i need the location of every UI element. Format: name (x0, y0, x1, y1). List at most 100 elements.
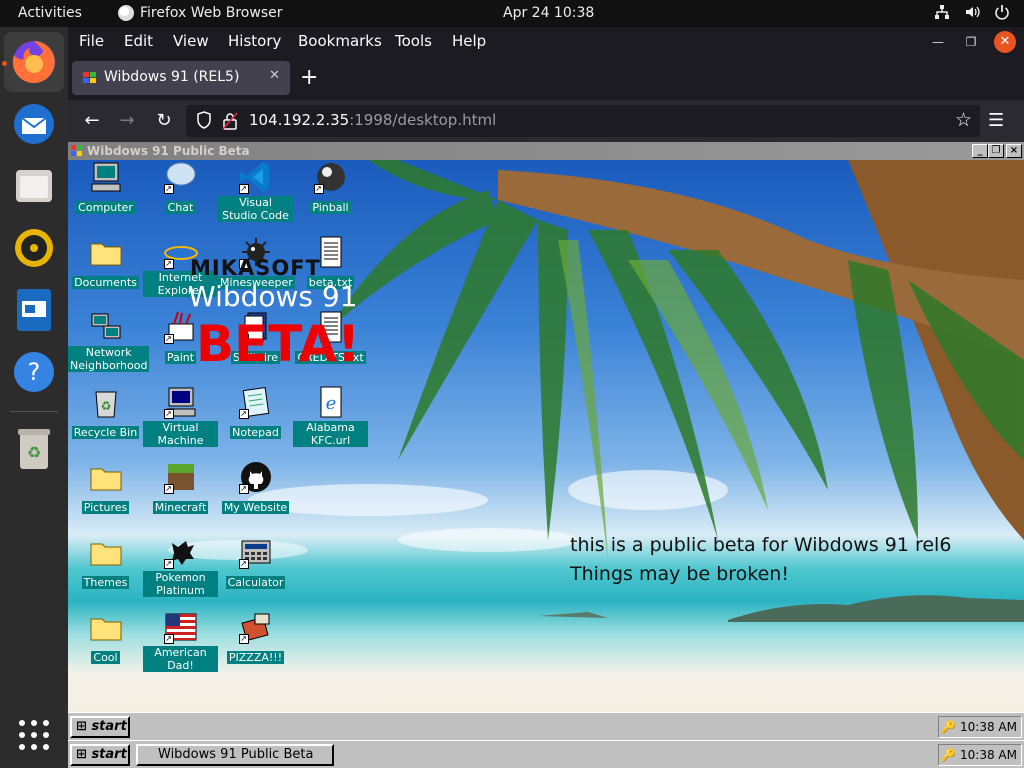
dock-thunderbird[interactable] (4, 94, 64, 154)
icon-label: Pictures (81, 501, 130, 514)
new-tab-button[interactable]: + (300, 65, 318, 90)
tab-close-icon[interactable]: ✕ (269, 68, 280, 83)
dock-files[interactable] (4, 156, 64, 216)
start-label: start (91, 747, 127, 762)
menu-help[interactable]: Help (452, 32, 486, 50)
win9x-desktop[interactable]: Computer ↗ Chat ↗ Visual Studio Code ↗ P… (68, 160, 1024, 712)
dock-separator (10, 411, 58, 412)
desktop-icon-themes[interactable]: Themes (68, 535, 143, 590)
hamburger-menu-icon[interactable]: ☰ (988, 110, 1010, 132)
win9x-titlebar: Wibdows 91 Public Beta _ ❐ × (68, 142, 1024, 160)
computer-icon (91, 162, 120, 192)
shield-icon[interactable] (196, 111, 212, 129)
desktop-icon-cool[interactable]: Cool (68, 610, 143, 665)
dock-trash[interactable]: ♻ (4, 418, 64, 478)
win9x-maximize-button[interactable]: ❐ (988, 144, 1004, 158)
system-tray[interactable] (934, 4, 1010, 20)
power-icon (995, 5, 1009, 20)
tab-wibdows[interactable]: Wibdows 91 (REL5) ✕ (72, 61, 290, 95)
outer-tray-clock[interactable]: 🔑 10:38 AM (938, 744, 1022, 766)
reload-button[interactable]: ↻ (151, 108, 177, 134)
svg-text:e: e (172, 236, 190, 269)
menu-file[interactable]: File (79, 32, 104, 50)
minimize-button[interactable]: — (927, 31, 949, 53)
shortcut-arrow-icon: ↗ (163, 259, 174, 269)
forward-button[interactable]: → (114, 108, 140, 134)
menu-history[interactable]: History (228, 32, 281, 50)
internet-shortcut-icon: e (320, 386, 341, 418)
key-icon: 🔑 (941, 720, 957, 734)
start-label: start (91, 719, 127, 734)
help-icon: ? (14, 352, 54, 392)
icon-label: My Website (221, 501, 290, 514)
desktop-icon-network-neighborhood[interactable]: Network Neighborhood (68, 310, 150, 373)
desktop-icon-alabama-kfc[interactable]: e Alabama KFC.url (293, 385, 368, 448)
menu-bar: File Edit View History Bookmarks Tools H… (68, 27, 1024, 57)
rhythmbox-icon (15, 229, 53, 267)
bookmark-star-icon[interactable]: ☆ (955, 109, 972, 131)
icon-label: Pokemon Platinum (143, 571, 218, 597)
desktop-icon-computer[interactable]: Computer (68, 160, 143, 215)
windows-flag-icon: ⊞ (76, 719, 87, 734)
desktop-icon-minecraft[interactable]: ↗ Minecraft (143, 460, 218, 515)
inner-tray-clock[interactable]: 🔑 10:38 AM (938, 716, 1022, 738)
icon-label: PIZZZA!!! (226, 651, 285, 664)
win9x-title-text: Wibdows 91 Public Beta (87, 144, 250, 158)
dock-show-apps[interactable] (4, 705, 64, 765)
desktop-icon-american-dad[interactable]: ↗ American Dad! (143, 610, 218, 673)
close-window-button[interactable]: ✕ (994, 31, 1016, 53)
app-menu-label: Firefox Web Browser (140, 5, 283, 21)
menu-bookmarks[interactable]: Bookmarks (298, 32, 382, 50)
windows-flag-icon (83, 72, 96, 83)
insecure-lock-icon[interactable] (222, 112, 238, 130)
taskbar-window-button[interactable]: Wibdows 91 Public Beta (136, 744, 334, 766)
trash-icon: ♻ (18, 429, 50, 469)
outer-start-button[interactable]: ⊞ start (70, 744, 130, 766)
network-computers-icon (91, 313, 120, 339)
icon-label: Network Neighborhood (68, 346, 150, 372)
desktop-icon-recycle-bin[interactable]: ♻ Recycle Bin (68, 385, 143, 440)
inner-start-button[interactable]: ⊞ start (70, 716, 130, 738)
desktop-icon-virtual-machine[interactable]: ↗ Virtual Machine (143, 385, 218, 448)
dock-firefox[interactable] (4, 32, 64, 92)
dock-rhythmbox[interactable] (4, 218, 64, 278)
desktop-icon-pictures[interactable]: Pictures (68, 460, 143, 515)
url-bar[interactable]: 104.192.2.35:1998/desktop.html ☆ (186, 105, 980, 137)
desktop-icon-pizzza[interactable]: ↗ PIZZZA!!! (218, 610, 293, 665)
icon-label: Themes (81, 576, 130, 589)
app-menu[interactable]: Firefox Web Browser (118, 5, 283, 21)
icon-label: American Dad! (143, 646, 218, 672)
shortcut-arrow-icon: ↗ (163, 559, 174, 569)
activities-button[interactable]: Activities (18, 5, 82, 21)
desktop-icon-pinball[interactable]: ↗ Pinball (293, 160, 368, 215)
desktop-icon-calculator[interactable]: ↗ Calculator (218, 535, 293, 590)
desktop-icon-pokemon-platinum[interactable]: ↗ Pokemon Platinum (143, 535, 218, 598)
desktop-icon-documents[interactable]: Documents (68, 235, 143, 290)
files-icon (16, 170, 52, 202)
svg-text:♻: ♻ (100, 399, 111, 413)
maximize-button[interactable]: ❐ (960, 31, 982, 53)
back-button[interactable]: ← (79, 108, 105, 134)
win9x-minimize-button[interactable]: _ (972, 144, 988, 158)
menu-tools[interactable]: Tools (395, 32, 432, 50)
menu-edit[interactable]: Edit (124, 32, 153, 50)
dock-impress[interactable] (4, 280, 64, 340)
logo-beta-tag: BETA! (196, 315, 360, 373)
icon-label: Visual Studio Code (218, 196, 293, 222)
beta-message-line2: Things may be broken! (570, 563, 789, 585)
taskbar-window-label: Wibdows 91 Public Beta (158, 747, 314, 762)
volume-icon (966, 6, 980, 18)
svg-text:?: ? (28, 358, 41, 386)
dock-help[interactable]: ? (4, 342, 64, 402)
web-page: Wibdows 91 Public Beta _ ❐ × Computer ↗ … (68, 142, 1024, 768)
win9x-close-button[interactable]: × (1006, 144, 1022, 158)
system-clock[interactable]: Apr 24 10:38 (503, 5, 594, 21)
desktop-icon-chat[interactable]: ↗ Chat (143, 160, 218, 215)
firefox-window: File Edit View History Bookmarks Tools H… (68, 27, 1024, 768)
desktop-icon-vscode[interactable]: ↗ Visual Studio Code (218, 160, 293, 223)
icon-label: Pinball (310, 201, 351, 214)
url-text[interactable]: 104.192.2.35:1998/desktop.html (249, 111, 496, 129)
desktop-icon-notepad[interactable]: ↗ Notepad (218, 385, 293, 440)
desktop-icon-my-website[interactable]: ↗ My Website (218, 460, 293, 515)
menu-view[interactable]: View (173, 32, 209, 50)
